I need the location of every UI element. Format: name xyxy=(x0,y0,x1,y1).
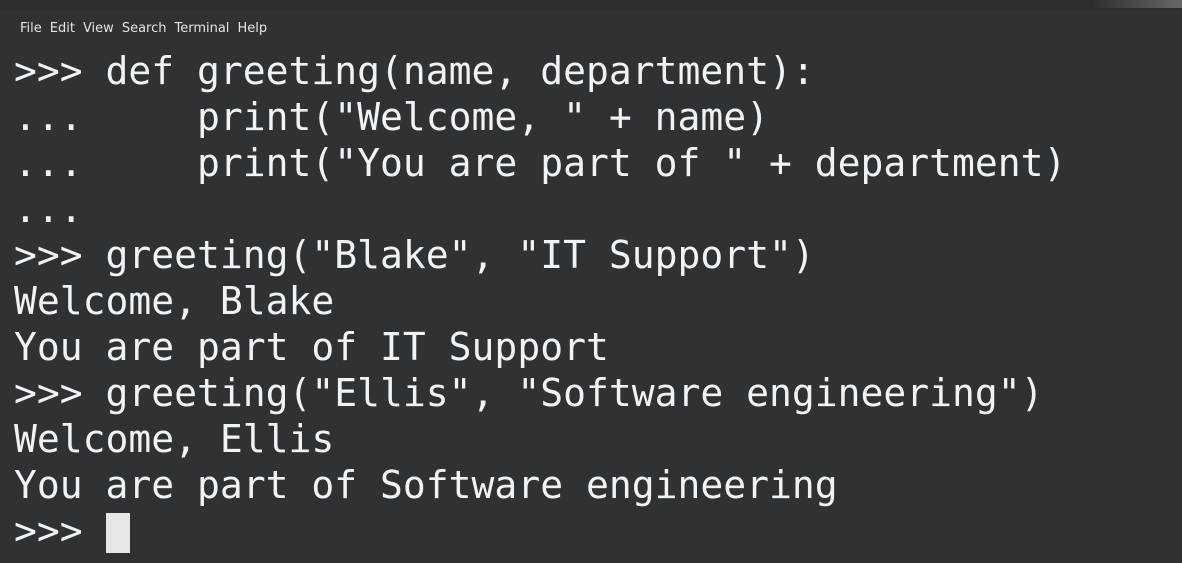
terminal-line: Welcome, Blake xyxy=(14,279,335,323)
terminal-line: You are part of IT Support xyxy=(14,325,609,369)
terminal-line: >>> greeting("Blake", "IT Support") xyxy=(14,233,815,277)
terminal-line: >>> greeting("Ellis", "Software engineer… xyxy=(14,371,1044,415)
window-corner-controls xyxy=(1092,0,1182,8)
terminal-line: >>> def greeting(name, department): xyxy=(14,49,815,93)
text-cursor xyxy=(105,513,130,553)
terminal-window: File Edit View Search Terminal Help >>> … xyxy=(0,0,1182,563)
terminal-line: You are part of Software engineering xyxy=(14,463,838,507)
window-top-edge xyxy=(0,0,1182,10)
terminal-line: Welcome, Ellis xyxy=(14,417,335,461)
terminal-line: ... print("Welcome, " + name) xyxy=(14,95,769,139)
terminal-output[interactable]: >>> def greeting(name, department): ... … xyxy=(14,48,1172,563)
menu-view[interactable]: View xyxy=(83,21,114,36)
terminal-prompt-line[interactable]: >>> xyxy=(14,508,1172,554)
terminal-prompt: >>> xyxy=(14,509,106,553)
terminal-line: ... print("You are part of " + departmen… xyxy=(14,141,1067,185)
terminal-line: ... xyxy=(14,187,83,231)
menu-terminal[interactable]: Terminal xyxy=(174,21,229,36)
menu-help[interactable]: Help xyxy=(237,21,267,36)
menu-file[interactable]: File xyxy=(20,21,42,36)
menu-edit[interactable]: Edit xyxy=(50,21,75,36)
menu-bar: File Edit View Search Terminal Help xyxy=(20,16,267,40)
menu-search[interactable]: Search xyxy=(122,21,167,36)
